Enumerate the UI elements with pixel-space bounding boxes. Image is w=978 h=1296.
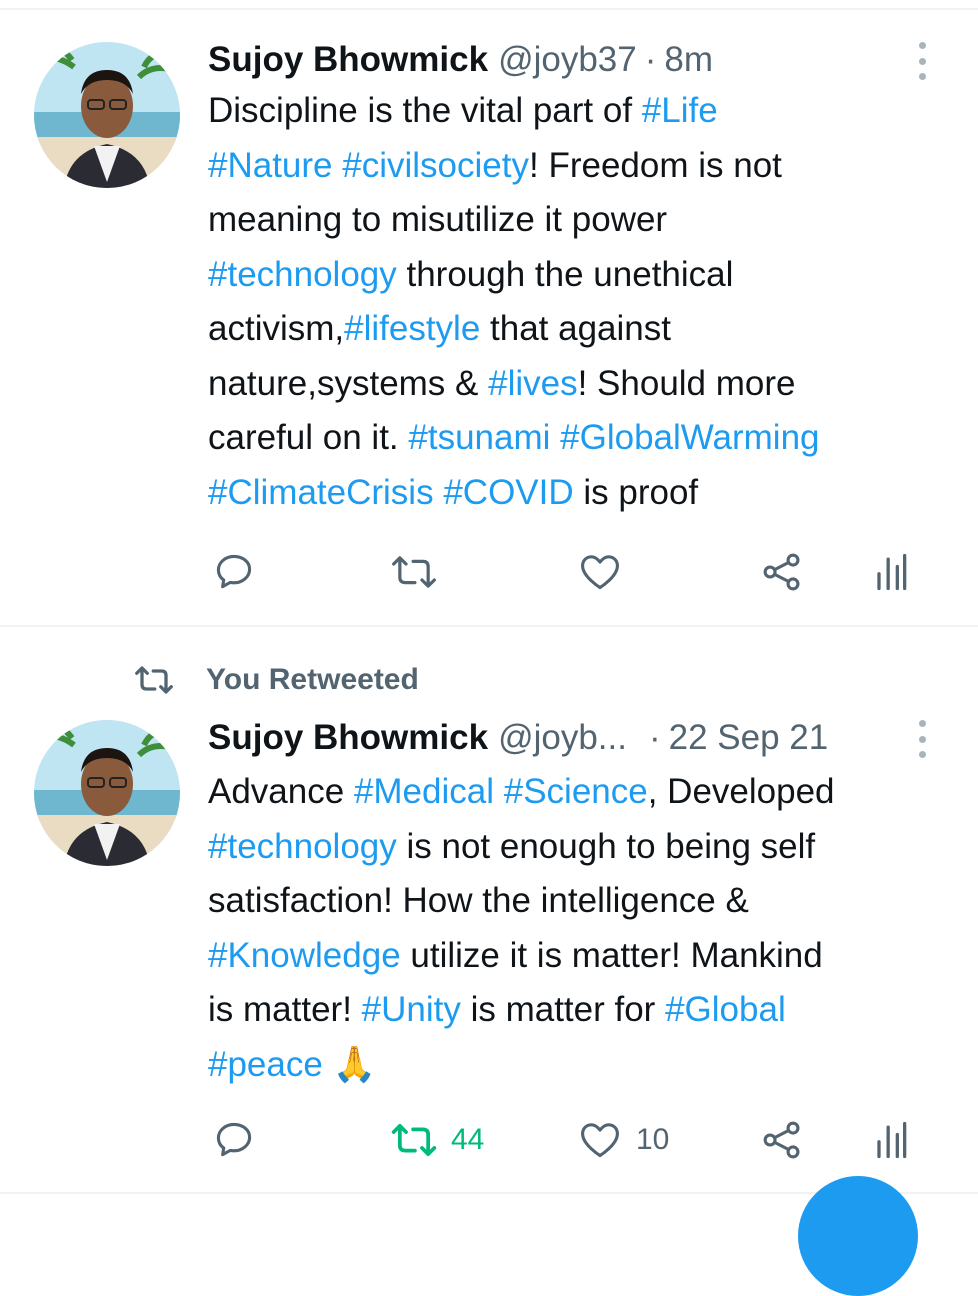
- display-name[interactable]: Sujoy Bhowmick: [208, 40, 488, 80]
- tweet-text-line: nature,systems & #lives! Should more: [208, 357, 953, 412]
- reply-button[interactable]: [212, 1110, 270, 1170]
- user-handle[interactable]: @joyb...: [498, 718, 627, 758]
- hashtag-link[interactable]: #Nature: [208, 146, 333, 185]
- tweet-text-segment: meaning to misutilize it power: [208, 200, 668, 239]
- retweet-button[interactable]: [391, 542, 451, 602]
- tweet-header: Sujoy Bhowmick @joyb... · 22 Sep 21: [208, 718, 828, 758]
- tweet-text-segment: 🙏: [322, 1044, 377, 1084]
- hashtag-link[interactable]: #Life: [642, 91, 718, 130]
- share-icon: [763, 553, 800, 591]
- share-icon: [763, 1121, 800, 1159]
- hashtag-link[interactable]: #COVID: [443, 473, 573, 512]
- like-icon: [581, 1123, 619, 1158]
- tweet-text-segment: is matter for: [460, 990, 666, 1029]
- hashtag-link[interactable]: #Knowledge: [208, 936, 401, 975]
- like-count: 10: [636, 1123, 670, 1156]
- hashtag-link[interactable]: #Science: [504, 772, 648, 811]
- tweet-text-segment: careful on it.: [208, 418, 409, 457]
- more-options-icon[interactable]: [917, 42, 927, 80]
- share-button[interactable]: [760, 1110, 804, 1170]
- tweet-text-line: #technology is not enough to being self: [208, 820, 953, 875]
- tweet-text-segment: is matter!: [208, 990, 362, 1029]
- tweet-text-segment: activism,: [208, 309, 345, 348]
- hashtag-link[interactable]: #lifestyle: [344, 309, 480, 348]
- hashtag-link[interactable]: #civilsociety: [342, 146, 529, 185]
- tweet-text-segment: , Developed: [647, 772, 835, 811]
- tweet-text-segment: [333, 146, 343, 185]
- retweet-icon: [392, 556, 436, 588]
- user-handle[interactable]: @joyb37: [498, 40, 637, 80]
- analytics-button[interactable]: [872, 542, 908, 602]
- tweet-text-line: activism,#lifestyle that against: [208, 302, 953, 357]
- like-icon: [581, 555, 619, 590]
- avatar[interactable]: [34, 42, 180, 188]
- display-name[interactable]: Sujoy Bhowmick: [208, 718, 488, 758]
- tweet-text-line: #Nature #civilsociety! Freedom is not: [208, 139, 953, 194]
- tweet-text: Discipline is the vital part of #Life #Na…: [208, 84, 953, 520]
- tweet-2[interactable]: You Retweeted Sujoy Bhowmick @joyb... · …: [0, 627, 978, 1200]
- tweet-text-line: is matter! #Unity is matter for #Global: [208, 983, 953, 1038]
- timestamp[interactable]: 8m: [664, 40, 713, 80]
- tweet-text-line: #peace 🙏: [208, 1038, 953, 1093]
- tweet-text-segment: is proof: [573, 472, 699, 512]
- hashtag-link[interactable]: #peace: [208, 1045, 323, 1084]
- retweet-count: 44: [451, 1123, 485, 1156]
- like-button[interactable]: [578, 542, 636, 602]
- tweet-text-line: #Knowledge utilize it is matter! Mankind: [208, 929, 953, 984]
- like-button[interactable]: 10: [578, 1110, 669, 1170]
- hashtag-link[interactable]: #Medical: [354, 772, 494, 811]
- tweet-1[interactable]: Sujoy Bhowmick @joyb37 · 8m Discipline i…: [0, 0, 978, 625]
- tweet-text-line: careful on it. #tsunami #GlobalWarming: [208, 411, 953, 466]
- tweet-text-segment: ! Should more: [577, 363, 796, 403]
- analytics-button[interactable]: [872, 1110, 908, 1170]
- hashtag-link[interactable]: #lives: [488, 364, 577, 403]
- retweet-button[interactable]: 44: [391, 1110, 484, 1170]
- tweet-text-segment: [550, 418, 560, 457]
- analytics-icon: [877, 1121, 907, 1159]
- tweet-text-segment: [494, 772, 504, 811]
- analytics-icon: [877, 553, 907, 591]
- hashtag-link[interactable]: #technology: [208, 827, 397, 866]
- share-button[interactable]: [760, 542, 804, 602]
- tweet-text-segment: through the unethical: [396, 254, 734, 294]
- hashtag-link[interactable]: #Unity: [362, 990, 461, 1029]
- compose-tweet-button[interactable]: [798, 1176, 918, 1296]
- retweet-icon: [135, 666, 173, 694]
- separator: ·: [648, 718, 661, 757]
- tweet-text-segment: satisfaction! How the intelligence &: [208, 881, 749, 920]
- tweet-text-line: meaning to misutilize it power: [208, 193, 953, 248]
- social-context: You Retweeted: [132, 660, 419, 700]
- reply-button[interactable]: [212, 542, 270, 602]
- hashtag-link[interactable]: #technology: [208, 255, 397, 294]
- action-bar: 44 10: [0, 1110, 978, 1170]
- avatar[interactable]: [34, 720, 180, 866]
- social-context-label: You Retweeted: [206, 663, 419, 696]
- tweet-text-segment: nature,systems &: [208, 363, 489, 403]
- tweet-header: Sujoy Bhowmick @joyb37 · 8m: [208, 40, 713, 80]
- more-options-icon[interactable]: [917, 720, 927, 758]
- tweet-text-line: Discipline is the vital part of #Life: [208, 84, 953, 139]
- tweet-text-line: #ClimateCrisis #COVID is proof: [208, 466, 953, 521]
- hashtag-link[interactable]: #ClimateCrisis: [208, 473, 434, 512]
- tweet-text-segment: Advance: [208, 772, 354, 811]
- separator: ·: [644, 40, 657, 79]
- action-bar: [0, 542, 978, 602]
- hashtag-link[interactable]: #GlobalWarming: [560, 418, 819, 457]
- tweet-text-line: #technology through the unethical: [208, 248, 953, 303]
- retweet-icon: [391, 1123, 437, 1157]
- tweet-text-segment: Discipline is the vital part of: [208, 91, 642, 130]
- hashtag-link[interactable]: #Global: [665, 990, 786, 1029]
- tweet-text-line: Advance #Medical #Science, Developed: [208, 765, 953, 820]
- tweet-text-line: satisfaction! How the intelligence &: [208, 874, 953, 929]
- tweet-text-segment: that against: [480, 309, 671, 348]
- hashtag-link[interactable]: #tsunami: [408, 418, 550, 457]
- tweet-text-segment: ! Freedom is not: [529, 145, 782, 185]
- timestamp[interactable]: 22 Sep 21: [669, 718, 829, 758]
- tweet-text-segment: [434, 473, 444, 512]
- tweet-text-segment: utilize it is matter! Mankind: [400, 935, 823, 975]
- tweet-text: Advance #Medical #Science, Developed #tec…: [208, 765, 953, 1092]
- tweet-text-segment: is not enough to being self: [396, 826, 816, 866]
- reply-icon: [216, 554, 252, 589]
- reply-icon: [216, 1122, 252, 1157]
